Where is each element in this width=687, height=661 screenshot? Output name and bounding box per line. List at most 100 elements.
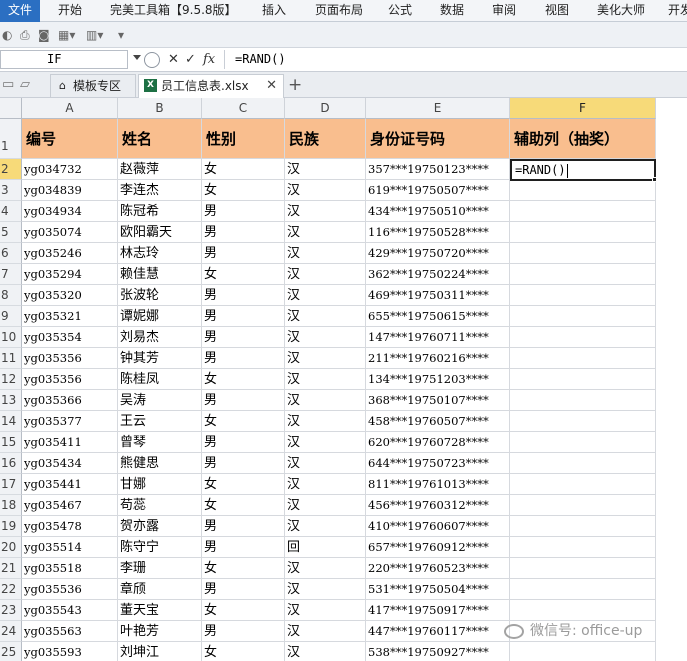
cell-id-number[interactable]: 657***19760912****: [366, 537, 510, 558]
close-tab-icon[interactable]: ✕: [266, 75, 277, 97]
cell-id[interactable]: yg035467: [22, 495, 118, 516]
cell-name[interactable]: 林志玲: [118, 243, 202, 264]
row-header-24[interactable]: 24: [0, 621, 22, 642]
document-icon[interactable]: ▭: [2, 77, 14, 92]
row-header-10[interactable]: 10: [0, 327, 22, 348]
cell-name[interactable]: 刘坤江: [118, 642, 202, 661]
cell-gender[interactable]: 女: [202, 264, 285, 285]
cell-ethnicity[interactable]: 汉: [285, 621, 366, 642]
cell-ethnicity[interactable]: 汉: [285, 516, 366, 537]
cell-gender[interactable]: 女: [202, 558, 285, 579]
cell-lottery-helper[interactable]: [510, 285, 656, 306]
name-box[interactable]: IF: [0, 50, 128, 69]
cell-id[interactable]: yg034934: [22, 201, 118, 222]
cell-lottery-helper[interactable]: [510, 264, 656, 285]
cell-id[interactable]: yg034732: [22, 159, 118, 180]
undo-icon[interactable]: ◐: [2, 27, 12, 43]
cell-gender[interactable]: 男: [202, 327, 285, 348]
row-header-16[interactable]: 16: [0, 453, 22, 474]
cell-gender[interactable]: 女: [202, 642, 285, 661]
cell-lottery-helper[interactable]: [510, 453, 656, 474]
cell-lottery-helper[interactable]: [510, 180, 656, 201]
cell-lottery-helper[interactable]: [510, 495, 656, 516]
cell-id[interactable]: yg035074: [22, 222, 118, 243]
cell-id[interactable]: yg035294: [22, 264, 118, 285]
cell-id[interactable]: yg035593: [22, 642, 118, 661]
cell-lottery-helper[interactable]: [510, 390, 656, 411]
cell-name[interactable]: 赖佳慧: [118, 264, 202, 285]
cell-lottery-helper[interactable]: [510, 516, 656, 537]
cell-id-number[interactable]: 368***19750107****: [366, 390, 510, 411]
cell-gender[interactable]: 男: [202, 243, 285, 264]
cell-gender[interactable]: 男: [202, 516, 285, 537]
tab-toolbox[interactable]: 完美工具箱【9.5.8版】: [110, 0, 237, 22]
cancel-formula-button[interactable]: ✕: [168, 51, 179, 69]
cell-ethnicity[interactable]: 汉: [285, 306, 366, 327]
row-header-17[interactable]: 17: [0, 474, 22, 495]
cell-lottery-helper[interactable]: [510, 432, 656, 453]
fill-handle[interactable]: [652, 177, 657, 182]
cell-id-number[interactable]: 357***19750123****: [366, 159, 510, 180]
cell-name[interactable]: 董天宝: [118, 600, 202, 621]
cell-id[interactable]: yg035434: [22, 453, 118, 474]
cell-ethnicity[interactable]: 汉: [285, 411, 366, 432]
cell-ethnicity[interactable]: 回: [285, 537, 366, 558]
cell-id[interactable]: yg035563: [22, 621, 118, 642]
header-cell-lottery-helper[interactable]: 辅助列（抽奖）: [510, 119, 656, 159]
cell-ethnicity[interactable]: 汉: [285, 453, 366, 474]
cell-name[interactable]: 陈桂凤: [118, 369, 202, 390]
cell-gender[interactable]: 男: [202, 390, 285, 411]
cell-id[interactable]: yg035411: [22, 432, 118, 453]
row-header-2[interactable]: 2: [0, 159, 22, 180]
cell-gender[interactable]: 男: [202, 306, 285, 327]
chart-tools-icon[interactable]: ▥▾: [86, 27, 103, 43]
cell-gender[interactable]: 女: [202, 474, 285, 495]
cell-id[interactable]: yg035536: [22, 579, 118, 600]
tab-page-layout[interactable]: 页面布局: [315, 0, 363, 22]
column-header-c[interactable]: C: [202, 98, 285, 119]
cell-id-number[interactable]: 469***19750311****: [366, 285, 510, 306]
cell-ethnicity[interactable]: 汉: [285, 327, 366, 348]
cell-gender[interactable]: 女: [202, 369, 285, 390]
name-box-dropdown-icon[interactable]: [133, 55, 141, 60]
cell-gender[interactable]: 男: [202, 222, 285, 243]
cell-id-number[interactable]: 456***19760312****: [366, 495, 510, 516]
cell-id[interactable]: yg035377: [22, 411, 118, 432]
header-cell-name[interactable]: 姓名: [118, 119, 202, 159]
cell-lottery-helper[interactable]: [510, 474, 656, 495]
cell-ethnicity[interactable]: 汉: [285, 201, 366, 222]
cell-id-number[interactable]: 410***19760607****: [366, 516, 510, 537]
row-header-1[interactable]: 1: [0, 119, 22, 159]
cell-lottery-helper[interactable]: [510, 537, 656, 558]
cell-ethnicity[interactable]: 汉: [285, 369, 366, 390]
cell-id[interactable]: yg035478: [22, 516, 118, 537]
cell-id[interactable]: yg034839: [22, 180, 118, 201]
cell-ethnicity[interactable]: 汉: [285, 432, 366, 453]
cell-ethnicity[interactable]: 汉: [285, 642, 366, 661]
cell-id[interactable]: yg035356: [22, 369, 118, 390]
cell-name[interactable]: 章颀: [118, 579, 202, 600]
tab-developer[interactable]: 开发: [668, 0, 687, 22]
cell-lottery-helper[interactable]: [510, 222, 656, 243]
row-header-22[interactable]: 22: [0, 579, 22, 600]
row-header-9[interactable]: 9: [0, 306, 22, 327]
cell-name[interactable]: 甘娜: [118, 474, 202, 495]
cell-id-number[interactable]: 531***19750504****: [366, 579, 510, 600]
tab-home[interactable]: 开始: [58, 0, 82, 22]
cell-id-number[interactable]: 417***19750917****: [366, 600, 510, 621]
cell-lottery-helper[interactable]: [510, 600, 656, 621]
tab-view[interactable]: 视图: [545, 0, 569, 22]
cell-id-number[interactable]: 619***19750507****: [366, 180, 510, 201]
tab-formulas[interactable]: 公式: [388, 0, 412, 22]
cell-gender[interactable]: 男: [202, 453, 285, 474]
row-header-4[interactable]: 4: [0, 201, 22, 222]
cell-gender[interactable]: 男: [202, 621, 285, 642]
cell-name[interactable]: 谭妮娜: [118, 306, 202, 327]
cell-id[interactable]: yg035356: [22, 348, 118, 369]
column-header-d[interactable]: D: [285, 98, 366, 119]
cell-ethnicity[interactable]: 汉: [285, 222, 366, 243]
cell-gender[interactable]: 女: [202, 495, 285, 516]
cell-id-number[interactable]: 458***19760507****: [366, 411, 510, 432]
tab-insert[interactable]: 插入: [262, 0, 286, 22]
cell-gender[interactable]: 女: [202, 600, 285, 621]
